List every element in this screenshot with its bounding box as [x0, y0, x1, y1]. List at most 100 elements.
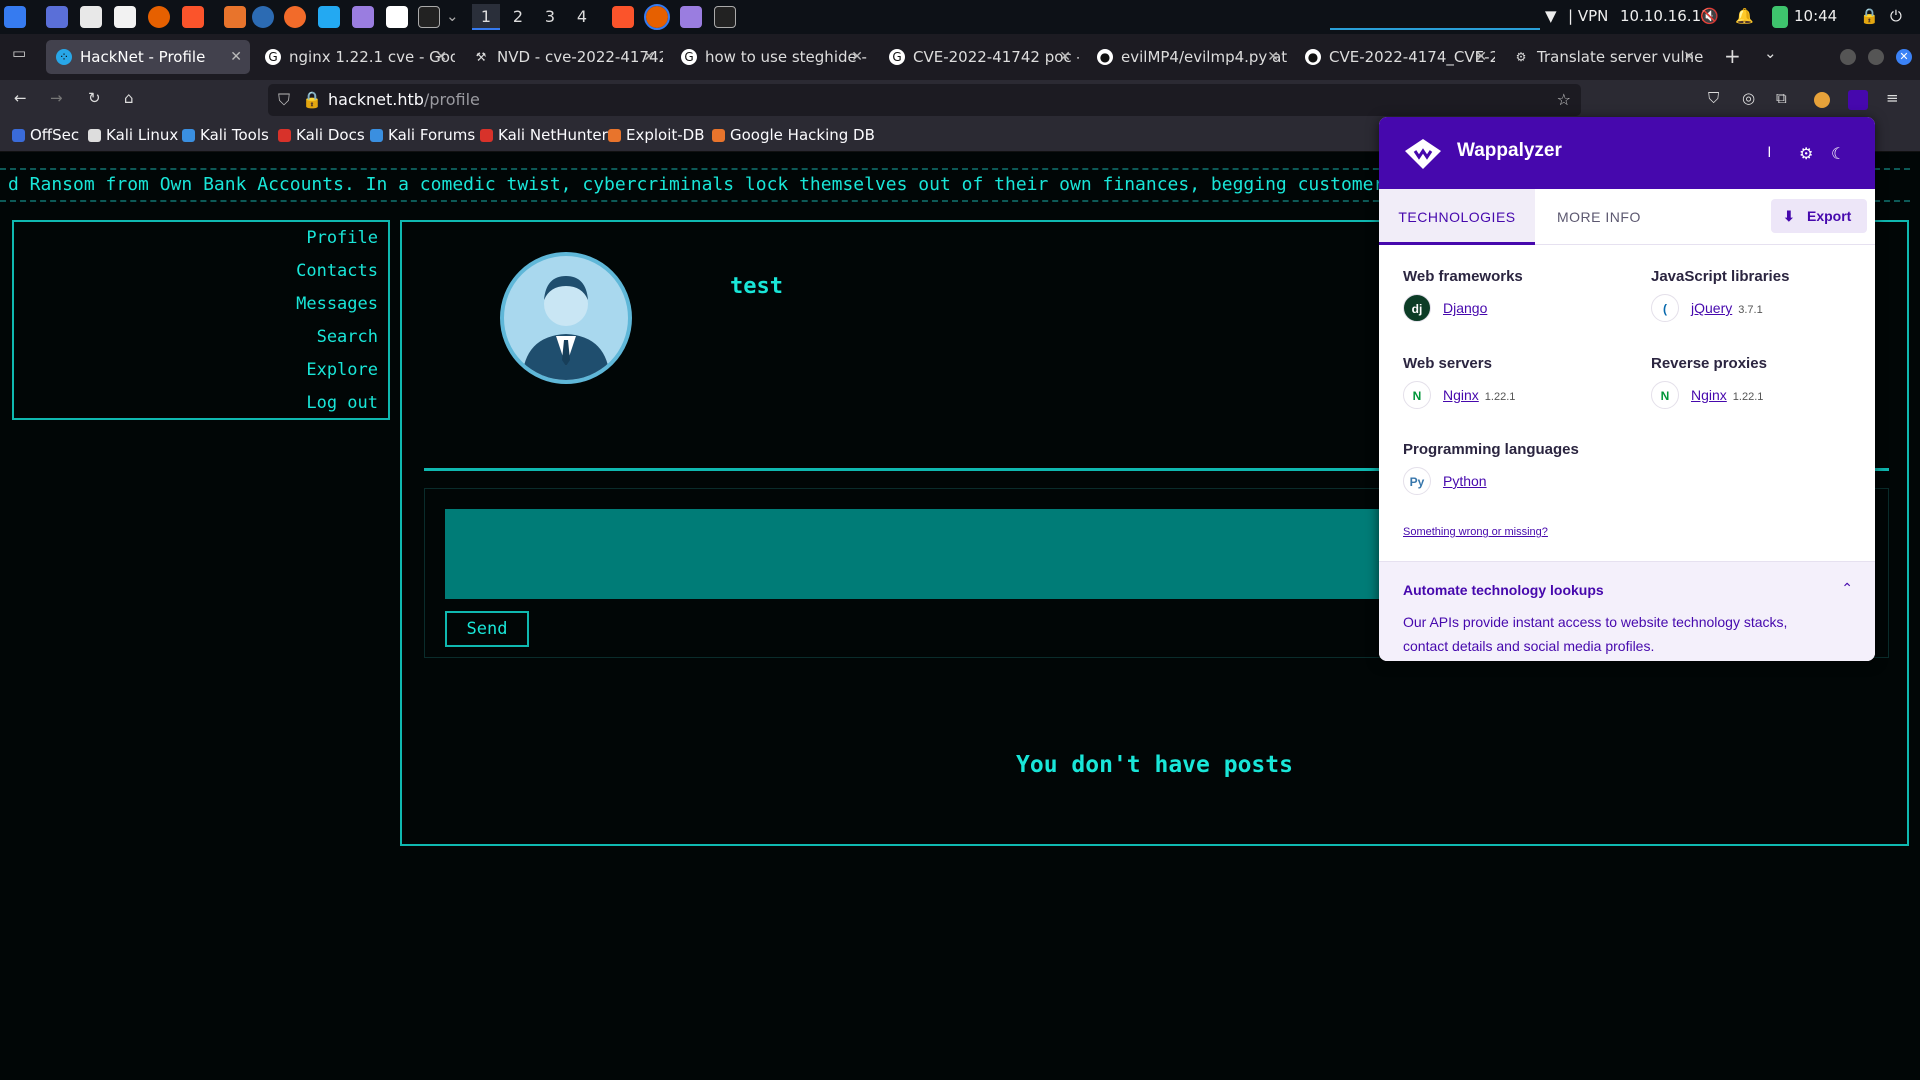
close-icon[interactable]: ✕ — [1267, 40, 1279, 74]
tech-jquery[interactable]: (jQuery 3.7.1 — [1651, 294, 1763, 324]
kali-icon — [88, 129, 101, 142]
vscode-icon[interactable] — [318, 6, 340, 28]
forward-icon[interactable]: → — [50, 89, 63, 107]
tech-python[interactable]: Py Python — [1403, 467, 1487, 495]
maximize-icon[interactable] — [1868, 49, 1884, 65]
close-icon[interactable]: ✕ — [1683, 40, 1695, 74]
obsidian-window-icon[interactable] — [680, 6, 702, 28]
tech-nginx-server[interactable]: N Nginx 1.22.1 — [1403, 381, 1515, 411]
export-button[interactable]: ⬇ Export — [1771, 199, 1867, 233]
menu-profile[interactable]: Profile — [14, 222, 388, 255]
tech-nginx-proxy[interactable]: N Nginx 1.22.1 — [1651, 381, 1763, 411]
menu-messages[interactable]: Messages — [14, 288, 388, 321]
bookmark-offsec[interactable]: OffSec — [12, 126, 79, 144]
bookmark-kali-forums[interactable]: Kali Forums — [370, 126, 475, 144]
category-web-servers: Web servers — [1403, 355, 1492, 372]
desktop-icon[interactable] — [46, 6, 68, 28]
workspace-4[interactable]: 4 — [568, 4, 596, 30]
shield-icon[interactable]: ⛉ — [278, 84, 290, 116]
bookmark-label: Kali Tools — [200, 126, 269, 144]
kali-menu-icon[interactable] — [4, 6, 26, 28]
tab-label: NVD - cve-2022-41742 — [497, 48, 663, 66]
brave-icon[interactable] — [182, 6, 204, 28]
menu-contacts[interactable]: Contacts — [14, 255, 388, 288]
bookmark-exploit-db[interactable]: Exploit-DB — [608, 126, 705, 144]
minimize-icon[interactable] — [1840, 49, 1856, 65]
new-tab-icon[interactable]: + — [1724, 44, 1741, 68]
send-button[interactable]: Send — [445, 611, 529, 647]
firefox-icon[interactable] — [148, 6, 170, 28]
tab-hacknet-profile[interactable]: ⁘ HackNet - Profile ✕ — [46, 40, 250, 74]
automate-title[interactable]: Automate technology lookups — [1403, 582, 1604, 598]
close-icon[interactable]: ✕ — [851, 40, 863, 74]
tab-nvd[interactable]: ⚒ NVD - cve-2022-41742 ✕ — [463, 40, 663, 74]
burpsuite-icon[interactable] — [224, 6, 246, 28]
workspace-2[interactable]: 2 — [504, 4, 532, 30]
lock-icon[interactable]: 🔒 — [302, 84, 322, 116]
postman-icon[interactable] — [284, 6, 306, 28]
pocket-icon[interactable]: ⛉ — [1708, 89, 1719, 107]
avatar — [500, 252, 632, 384]
extensions-icon[interactable]: ⧉ — [1776, 89, 1787, 107]
tech-django[interactable]: dj Django — [1403, 294, 1487, 322]
menu-search[interactable]: Search — [14, 321, 388, 354]
bookmark-kali-tools[interactable]: Kali Tools — [182, 126, 269, 144]
brave-window-icon[interactable] — [612, 6, 634, 28]
account-icon[interactable]: ◎ — [1742, 89, 1755, 107]
chevron-down-icon[interactable]: ⌄ — [446, 7, 459, 25]
mute-icon[interactable]: 🔇 — [1700, 7, 1719, 25]
tab-nginx-cve[interactable]: Gnginx 1.22.1 cve - Goog ✕ — [255, 40, 455, 74]
tab-cve-poc[interactable]: G CVE-2022-41742 poc - ✕ — [879, 40, 1079, 74]
menu-logout[interactable]: Log out — [14, 387, 388, 420]
tab-evilmp4[interactable]: ● evilMP4/evilmp4.py at ✕ — [1087, 40, 1287, 74]
vpn-app-icon[interactable] — [386, 6, 408, 28]
reload-icon[interactable]: ↻ — [88, 89, 101, 107]
something-wrong-link[interactable]: Something wrong or missing? — [1403, 526, 1548, 538]
workspace-1[interactable]: 1 — [472, 4, 500, 30]
tab-more-info[interactable]: MORE INFO — [1557, 189, 1641, 245]
close-icon[interactable]: ✕ — [643, 40, 655, 74]
close-icon[interactable]: ✕ — [230, 40, 242, 74]
cookie-extension-icon[interactable] — [1814, 92, 1830, 108]
back-icon[interactable]: ← — [14, 89, 27, 107]
tab-label: CVE-2022-4174_CVE-2 — [1329, 48, 1495, 66]
category-reverse-proxies: Reverse proxies — [1651, 355, 1767, 372]
tab-technologies[interactable]: TECHNOLOGIES — [1379, 189, 1535, 245]
zap-icon[interactable] — [252, 6, 274, 28]
terminal-window-icon[interactable] — [714, 6, 736, 28]
clock: 10:44 — [1794, 7, 1838, 25]
lock-icon[interactable]: 🔒 — [1860, 7, 1879, 25]
tab-translate-server[interactable]: ⚙ Translate server vulner ✕ — [1503, 40, 1703, 74]
workspace-3[interactable]: 3 — [536, 4, 564, 30]
wifi-icon[interactable]: ▼ — [1545, 7, 1557, 25]
power-icon[interactable]: ⏻ — [1890, 7, 1902, 25]
text-editor-icon[interactable] — [114, 6, 136, 28]
file-manager-icon[interactable] — [80, 6, 102, 28]
bookmark-kali-docs[interactable]: Kali Docs — [278, 126, 365, 144]
window-close-icon[interactable]: ✕ — [1896, 49, 1912, 65]
tab-steghide[interactable]: Ghow to use steghide - G ✕ — [671, 40, 871, 74]
wappalyzer-extension-icon[interactable] — [1848, 90, 1868, 110]
home-icon[interactable]: ⌂ — [124, 89, 134, 107]
bookmark-kali-nethunter[interactable]: Kali NetHunter — [480, 126, 608, 144]
obsidian-icon[interactable] — [352, 6, 374, 28]
menu-icon[interactable]: ≡ — [1886, 89, 1899, 107]
bookmark-star-icon[interactable]: ☆ — [1557, 84, 1571, 116]
firefox-window-icon[interactable] — [644, 4, 670, 30]
theme-moon-icon[interactable]: ☾ — [1831, 144, 1845, 164]
url-bar[interactable]: ⛉ 🔒 hacknet.htb/profile ☆ — [268, 84, 1581, 116]
toggle-icon[interactable]: ⏽ — [1763, 144, 1776, 162]
bookmark-google-hacking-db[interactable]: Google Hacking DB — [712, 126, 875, 144]
close-icon[interactable]: ✕ — [435, 40, 447, 74]
close-icon[interactable]: ✕ — [1059, 40, 1071, 74]
menu-explore[interactable]: Explore — [14, 354, 388, 387]
terminal-icon[interactable] — [418, 6, 440, 28]
gear-icon[interactable]: ⚙ — [1799, 144, 1813, 164]
tab-cve-2022-4174[interactable]: ● CVE-2022-4174_CVE-2 ✕ — [1295, 40, 1495, 74]
tab-list-icon[interactable]: ▭ — [12, 44, 26, 62]
bell-icon[interactable]: 🔔 — [1735, 7, 1754, 25]
chevron-up-icon[interactable]: ⌃ — [1841, 580, 1853, 597]
close-icon[interactable]: ✕ — [1475, 40, 1487, 74]
bookmark-kali-linux[interactable]: Kali Linux — [88, 126, 178, 144]
tab-overflow-icon[interactable]: ⌄ — [1764, 44, 1777, 62]
